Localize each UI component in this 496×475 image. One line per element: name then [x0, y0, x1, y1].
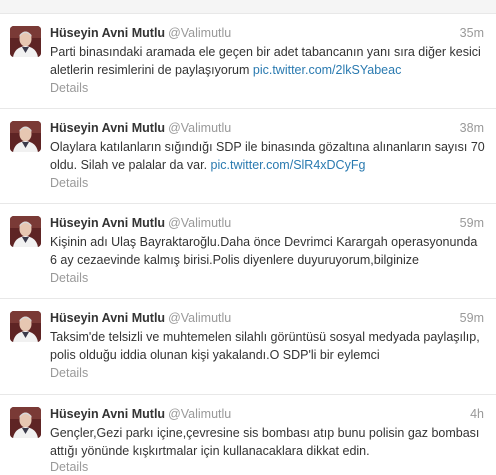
tweet-text: Kişinin adı Ulaş Bayraktaroğlu.Daha önce…	[50, 233, 486, 269]
tweet-item[interactable]: Hüseyin Avni Mutlu @Valimutlu 38m Olaylar…	[0, 109, 496, 204]
tweet-details-link[interactable]: Details	[50, 270, 88, 286]
tweet-header: Hüseyin Avni Mutlu @Valimutlu	[50, 310, 231, 326]
tweet-author-name[interactable]: Hüseyin Avni Mutlu	[50, 216, 165, 230]
tweet-author-name[interactable]: Hüseyin Avni Mutlu	[50, 121, 165, 135]
tweet-header: Hüseyin Avni Mutlu @Valimutlu	[50, 25, 231, 41]
timeline-top-edge	[0, 0, 496, 14]
tweet-timestamp[interactable]: 38m	[460, 120, 484, 136]
avatar[interactable]	[10, 26, 41, 57]
tweet-author-handle[interactable]: @Valimutlu	[168, 407, 231, 421]
tweet-header: Hüseyin Avni Mutlu @Valimutlu	[50, 215, 231, 231]
tweet-timestamp[interactable]: 59m	[460, 310, 484, 326]
tweet-timestamp[interactable]: 59m	[460, 215, 484, 231]
tweet-details-link[interactable]: Details	[50, 175, 88, 191]
tweet-author-handle[interactable]: @Valimutlu	[168, 311, 231, 325]
tweet-author-handle[interactable]: @Valimutlu	[168, 121, 231, 135]
tweet-body: Taksim'de telsizli ve muhtemelen silahlı…	[50, 330, 480, 362]
tweet-timeline: Hüseyin Avni Mutlu @Valimutlu 35m Parti b…	[0, 0, 496, 475]
tweet-details-link[interactable]: Details	[50, 365, 88, 381]
avatar[interactable]	[10, 407, 41, 438]
avatar[interactable]	[10, 311, 41, 342]
tweet-author-handle[interactable]: @Valimutlu	[168, 216, 231, 230]
tweet-body: Gençler,Gezi parkı içine,çevresine sis b…	[50, 426, 480, 458]
tweet-body: Kişinin adı Ulaş Bayraktaroğlu.Daha önce…	[50, 235, 478, 267]
tweet-text: Parti binasındaki aramada ele geçen bir …	[50, 43, 486, 79]
tweet-item[interactable]: Hüseyin Avni Mutlu @Valimutlu 59m Kişinin…	[0, 204, 496, 299]
avatar[interactable]	[10, 216, 41, 247]
tweet-header: Hüseyin Avni Mutlu @Valimutlu	[50, 120, 231, 136]
tweet-details-link[interactable]: Details	[50, 80, 88, 96]
tweet-item[interactable]: Hüseyin Avni Mutlu @Valimutlu 35m Parti b…	[0, 14, 496, 109]
tweet-item[interactable]: Hüseyin Avni Mutlu @Valimutlu 4h Gençler,…	[0, 395, 496, 475]
tweet-text: Olaylara katılanların sığındığı SDP ile …	[50, 138, 486, 174]
tweet-author-name[interactable]: Hüseyin Avni Mutlu	[50, 311, 165, 325]
tweet-timestamp[interactable]: 35m	[460, 25, 484, 41]
tweet-author-name[interactable]: Hüseyin Avni Mutlu	[50, 26, 165, 40]
avatar[interactable]	[10, 121, 41, 152]
tweet-text: Taksim'de telsizli ve muhtemelen silahlı…	[50, 328, 486, 364]
tweet-author-name[interactable]: Hüseyin Avni Mutlu	[50, 407, 165, 421]
tweet-text: Gençler,Gezi parkı içine,çevresine sis b…	[50, 424, 486, 460]
tweet-media-link[interactable]: pic.twitter.com/SlR4xDCyFg	[211, 158, 366, 172]
tweet-item[interactable]: Hüseyin Avni Mutlu @Valimutlu 59m Taksim'…	[0, 299, 496, 395]
tweet-timestamp[interactable]: 4h	[470, 406, 484, 422]
tweet-header: Hüseyin Avni Mutlu @Valimutlu	[50, 406, 231, 422]
tweet-media-link[interactable]: pic.twitter.com/2lkSYabeac	[253, 63, 401, 77]
tweet-author-handle[interactable]: @Valimutlu	[168, 26, 231, 40]
tweet-details-link[interactable]: Details	[50, 459, 88, 475]
